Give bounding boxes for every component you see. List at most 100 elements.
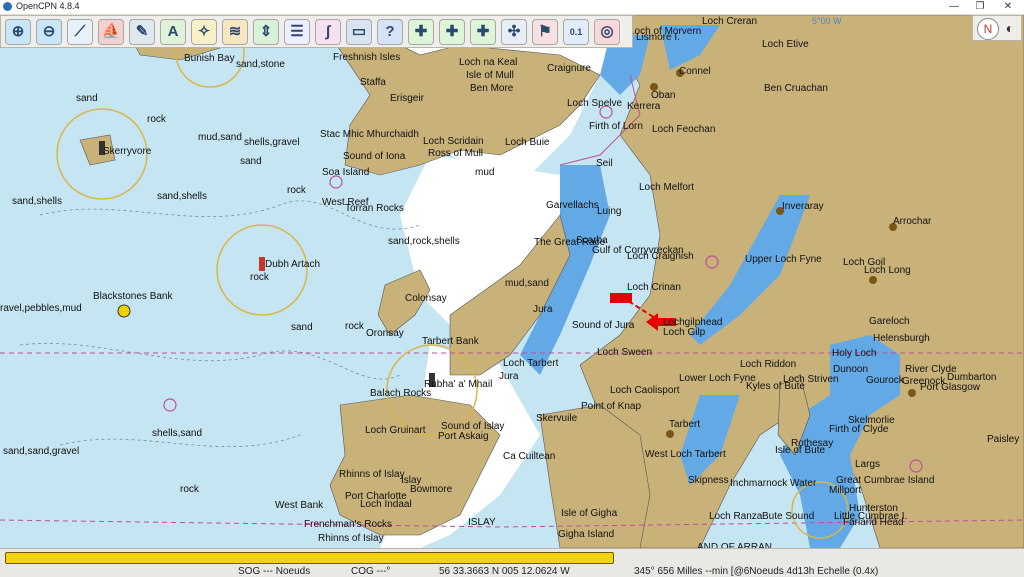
plugin-1-button[interactable]: ✚ [408, 19, 434, 45]
gps-status-icon[interactable]: ◐ [1001, 18, 1019, 38]
place-label: Loch Ranza [709, 511, 763, 522]
help-button[interactable]: ? [377, 19, 403, 45]
nautical-chart-canvas[interactable]: 5°00 W Bunish Bay sand,stone Freshnish Isl… [0, 15, 1024, 548]
place-label: Loch na Keal [459, 57, 518, 68]
scale-icon: 0.1 [569, 27, 583, 37]
main-toolbar: ⊕ ⊖ ⟋ ⛵ ✎ A ✧ ≋ ⇕ ☰ ∫ ▭? ✚ ✚ ✚ ✣ ⚑ 0.1 ◎ [0, 15, 633, 48]
place-label: Oronsay [366, 328, 404, 339]
bearing-distance-readout: 345° 656 Milles --min [@6Noeuds 4d13h Ec… [634, 566, 879, 577]
place-label: Rubha' a' Mhail [424, 379, 493, 390]
place-label: Sound of Iona [343, 151, 406, 162]
chart-info-button[interactable]: ▭ [346, 19, 372, 45]
place-label: Colonsay [405, 293, 447, 304]
place-label: Port Glasgow [920, 382, 981, 393]
place-label: Sound of Jura [572, 320, 635, 331]
place-label: Soa Island [322, 167, 370, 178]
place-label: Bunish Bay [184, 53, 235, 64]
place-label: Blackstones Bank [93, 291, 173, 302]
route-icon: ⟋ [74, 23, 86, 40]
place-label: Arrochar [893, 216, 932, 227]
place-label: Frenchman's Rocks [304, 519, 393, 530]
caution-symbol-icon[interactable] [163, 398, 177, 412]
place-label: West Bank [275, 500, 324, 511]
place-label: Holy Loch [832, 348, 877, 359]
light-button[interactable]: ✧ [191, 19, 217, 45]
place-label: Luing [597, 206, 622, 217]
maximize-button[interactable]: ❐ [966, 0, 994, 14]
auto-follow-button[interactable]: ⛵ [98, 19, 124, 45]
flag-icon: ⚑ [538, 23, 552, 40]
settings-button[interactable]: ✎ [129, 19, 155, 45]
place-label: Isle of Bute [775, 445, 826, 456]
place-label: Millport [829, 485, 862, 496]
minimize-button[interactable]: — [940, 0, 968, 14]
zoom-in-button[interactable]: ⊕ [5, 19, 31, 45]
place-label: rock [147, 114, 166, 125]
text-a-icon: A [167, 23, 179, 40]
town-marker-icon [869, 276, 877, 284]
route-manager-button[interactable]: ☰ [284, 19, 310, 45]
current-icon: ⇕ [259, 23, 273, 40]
place-label: Gareloch [869, 316, 910, 327]
close-button[interactable]: ✕ [994, 0, 1022, 14]
place-label: ravel,pebbles,mud [0, 303, 82, 314]
mob-button[interactable]: ◎ [594, 19, 620, 45]
flag-button[interactable]: ⚑ [532, 19, 558, 45]
text-button[interactable]: A [160, 19, 186, 45]
north-up-icon[interactable]: N [977, 18, 999, 40]
lifebuoy-icon: ◎ [600, 23, 614, 40]
place-label: Bowmore [410, 484, 453, 495]
chart-icon: ▭ [351, 23, 367, 40]
place-label: mud,sand [198, 132, 242, 143]
place-label: Loch Buie [505, 137, 550, 148]
route-start-marker[interactable] [610, 293, 632, 303]
place-label: Firth of Clyde [829, 424, 889, 435]
place-label: Loch Feochan [652, 124, 716, 135]
place-label: mud [475, 167, 495, 178]
place-label: Skerryvore [103, 146, 152, 157]
route-button[interactable]: ⟋ [67, 19, 93, 45]
scale-button[interactable]: 0.1 [563, 19, 589, 45]
longitude-label: 5°00 W [812, 16, 842, 26]
place-label: Loch Gilp [663, 327, 706, 338]
plugin-3-button[interactable]: ✚ [470, 19, 496, 45]
place-label: rock [250, 272, 269, 283]
plugin-2-button[interactable]: ✚ [439, 19, 465, 45]
place-label: Loch Gruinart [365, 425, 426, 436]
buoy-icon[interactable] [117, 304, 131, 318]
track-button[interactable]: ∫ [315, 19, 341, 45]
place-label: Dubh Artach [265, 259, 321, 270]
place-label: Helensburgh [873, 333, 930, 344]
place-label: Rhinns of Islay [318, 533, 384, 544]
tide-icon: ≋ [228, 23, 242, 40]
current-button[interactable]: ⇕ [253, 19, 279, 45]
window-titlebar: OpenCPN 4.8.4 — ❐ ✕ [0, 0, 1024, 15]
place-label: Isle of Gigha [561, 508, 618, 519]
compass-widget[interactable]: N ◐ [972, 15, 1022, 41]
place-label: rock [287, 185, 306, 196]
place-label: Loch Caolisport [610, 385, 680, 396]
tide-button[interactable]: ≋ [222, 19, 248, 45]
place-label: Lismore I. [636, 32, 680, 43]
place-label: Point of Knap [581, 401, 642, 412]
place-label: Firth of Lorn [589, 121, 643, 132]
place-label: Freshnish Isles [333, 52, 401, 63]
zoom-out-icon: ⊖ [42, 23, 56, 40]
place-label: Tarbert [669, 419, 701, 430]
ais-button[interactable]: ✣ [501, 19, 527, 45]
place-label: mud,sand [505, 278, 549, 289]
place-label: Staffa [360, 77, 386, 88]
depth-contour [19, 342, 401, 380]
place-label: Skervuile [536, 413, 578, 424]
place-label: Craignure [547, 63, 591, 74]
place-label: Gourock [866, 375, 904, 386]
track-icon: ∫ [325, 23, 331, 40]
cog-readout: COG ---° [351, 566, 391, 577]
list-icon: ☰ [290, 23, 304, 40]
place-label: Ben More [470, 83, 514, 94]
place-label: Seil [596, 158, 613, 169]
puzzle-icon: ✚ [445, 23, 459, 40]
town-marker-icon [666, 430, 674, 438]
place-label: Bute Sound [762, 511, 815, 522]
zoom-out-button[interactable]: ⊖ [36, 19, 62, 45]
